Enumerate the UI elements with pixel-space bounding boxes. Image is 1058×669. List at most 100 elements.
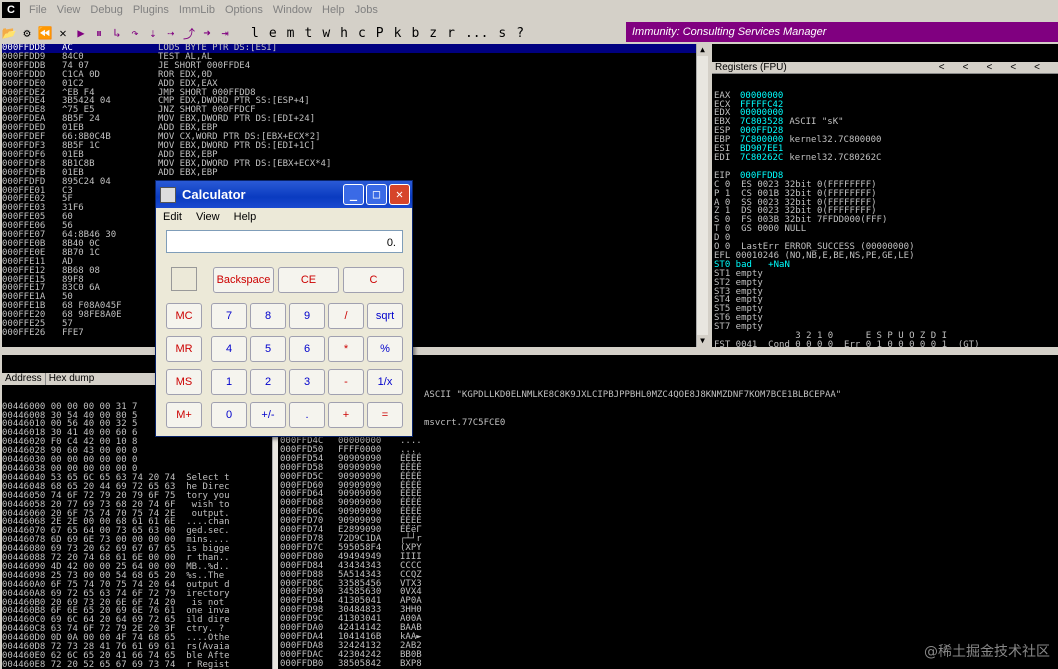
menu-options[interactable]: Options	[220, 4, 268, 16]
menu-immlib[interactable]: ImmLib	[174, 4, 220, 16]
scroll-down-icon[interactable]: ▼	[697, 335, 708, 347]
calc-key-button[interactable]: -	[328, 369, 364, 395]
disasm-row[interactable]: 000FFDF6 01EB ADD EBX,EBP	[2, 150, 696, 160]
toolbar-r-button[interactable]: r	[442, 26, 460, 41]
calc-key-button[interactable]: 9	[289, 303, 325, 329]
disasm-row[interactable]: 000FFDE0 01C2 ADD EDX,EAX	[2, 79, 696, 89]
calc-key-button[interactable]: 8	[250, 303, 286, 329]
menu-debug[interactable]: Debug	[85, 4, 127, 16]
calc-key-button[interactable]: 1	[211, 369, 247, 395]
disasm-row[interactable]: 000FFDDD C1CA 0D ROR EDX,0D	[2, 70, 696, 80]
memory-mr-button[interactable]: MR	[166, 336, 202, 362]
calc-key-button[interactable]: sqrt	[367, 303, 403, 329]
calc-key-button[interactable]: +	[328, 402, 364, 428]
toolbar-c-button[interactable]: c	[353, 26, 371, 41]
toolbar-more-button[interactable]: ...	[460, 26, 493, 41]
disasm-row[interactable]: 000FFDE8 ^75 E5 JNZ SHORT 000FFDCF	[2, 106, 696, 115]
toolbar-z-button[interactable]: z	[424, 26, 442, 41]
calc-menu-view[interactable]: View	[189, 211, 227, 223]
menu-window[interactable]: Window	[268, 4, 317, 16]
ce-button[interactable]: CE	[278, 267, 339, 293]
stack-row[interactable]: 000FFDB0 38505842 BXP8	[280, 659, 422, 669]
menu-file[interactable]: File	[24, 4, 52, 16]
toolbar-P-button[interactable]: P	[371, 26, 389, 41]
calc-key-button[interactable]: =	[367, 402, 403, 428]
toolbar-h-button[interactable]: h	[335, 26, 353, 41]
flag-row: ST2 empty	[714, 277, 763, 288]
menu-view[interactable]: View	[52, 4, 86, 16]
pause-icon[interactable]: ⏸	[90, 24, 108, 42]
animate-icon[interactable]: ⇥	[216, 24, 234, 42]
menu-jobs[interactable]: Jobs	[350, 4, 383, 16]
disasm-instruction: ADD EBX,EBP	[158, 167, 218, 178]
calculator-window: Calculator _ □ ✕ Edit View Help 0. Backs…	[155, 180, 413, 437]
close-icon[interactable]: ✕	[389, 184, 410, 205]
run-icon[interactable]: ▶	[72, 24, 90, 42]
memory-mplus-button[interactable]: M+	[166, 402, 202, 428]
toolbar-t-button[interactable]: t	[299, 26, 317, 41]
rewind-icon[interactable]: ⏪	[36, 24, 54, 42]
registers-nav-arrows[interactable]: <<<<<	[939, 62, 1058, 74]
toolbar-m-button[interactable]: m	[282, 26, 300, 41]
open-icon[interactable]: 📂	[0, 24, 18, 42]
calc-key-button[interactable]: 2	[250, 369, 286, 395]
calc-menu-help[interactable]: Help	[227, 211, 264, 223]
dump-col-address[interactable]: Address	[2, 372, 46, 385]
disasm-row[interactable]: 000FFDEA 8B5F 24 MOV EBX,DWORD PTR DS:[EDI…	[2, 115, 696, 124]
toolbar-e-button[interactable]: e	[264, 26, 282, 41]
calc-key-button[interactable]: 0	[211, 402, 247, 428]
clear-button[interactable]: C	[343, 267, 404, 293]
toolbar-s-button[interactable]: s	[493, 26, 511, 41]
dump-lines: 00446000 00 00 00 00 31 7 00446008 30 54 …	[2, 402, 272, 669]
attach-icon[interactable]: ⚙	[18, 24, 36, 42]
disasm-row[interactable]: 000FFDD8 AC LODS BYTE PTR DS:[ESI]	[2, 44, 696, 53]
menu-help[interactable]: Help	[317, 4, 350, 16]
trace-over-icon[interactable]: ⇢	[162, 24, 180, 42]
registers-title: Registers (FPU)	[715, 61, 787, 73]
maximize-icon[interactable]: □	[366, 184, 387, 205]
step-over-icon[interactable]: ↷	[126, 24, 144, 42]
calc-menu-edit[interactable]: Edit	[156, 211, 189, 223]
calc-key-button[interactable]: +/-	[250, 402, 286, 428]
calc-key-button[interactable]: 3	[289, 369, 325, 395]
step-into-icon[interactable]: ↳	[108, 24, 126, 42]
dump-row[interactable]: 004460E8 72 20 52 65 67 69 73 74 r Regis…	[2, 660, 272, 669]
execute-till-return-icon[interactable]: ⤴	[180, 24, 198, 42]
calc-key-button[interactable]: 7	[211, 303, 247, 329]
calc-key-button[interactable]: 1/x	[367, 369, 403, 395]
calc-key-button[interactable]: 6	[289, 336, 325, 362]
calc-key-button[interactable]: /	[328, 303, 364, 329]
toolbar-w-button[interactable]: w	[317, 26, 335, 41]
calc-key-button[interactable]: 5	[250, 336, 286, 362]
disasm-row[interactable]: 000FFDF8 8B1C8B MOV EBX,DWORD PTR DS:[EBX+…	[2, 159, 696, 169]
scroll-up-icon[interactable]: ▲	[697, 44, 708, 56]
calc-key-button[interactable]: .	[289, 402, 325, 428]
backspace-button[interactable]: Backspace	[213, 267, 274, 293]
registers-pane[interactable]: Registers (FPU) <<<<< EAX 00000000 ECX FFFFF…	[712, 44, 1058, 347]
calc-key-button[interactable]: *	[328, 336, 364, 362]
goto-icon[interactable]: ➜	[198, 24, 216, 42]
disasm-row[interactable]: 000FFDD9 84C0 TEST AL,AL	[2, 52, 696, 62]
close-icon[interactable]: ✕	[54, 24, 72, 42]
trace-into-icon[interactable]: ⇣	[144, 24, 162, 42]
flag-row: ST0 bad +NaN	[714, 259, 790, 270]
toolbar-l-button[interactable]: l	[246, 26, 264, 41]
memory-ms-button[interactable]: MS	[166, 369, 202, 395]
register-row[interactable]: EDI 7C80262C kernel32.7C80262C	[712, 152, 1058, 163]
disasm-row[interactable]: 000FFDDB 74 07 JE SHORT 000FFDE4	[2, 61, 696, 71]
disasm-row[interactable]: 000FFDF3 8B5F 1C MOV EBX,DWORD PTR DS:[EDI…	[2, 141, 696, 151]
menu-plugins[interactable]: Plugins	[128, 4, 174, 16]
calc-key-button[interactable]: 4	[211, 336, 247, 362]
minimize-icon[interactable]: _	[343, 184, 364, 205]
stack-ascii-note: ASCII "KGPDLLKD0ELNMLKE8C8K9JXLCIPBJPPBH…	[424, 390, 842, 400]
disassembly-scrollbar[interactable]: ▲ ▼	[696, 44, 708, 347]
toolbar-b-button[interactable]: b	[406, 26, 424, 41]
register-note: kernel32.7C80262C	[789, 152, 882, 163]
disasm-row[interactable]: 000FFDE4 3B5424 04 CMP EDX,DWORD PTR SS:[E…	[2, 97, 696, 106]
flag-row: ST5 empty	[714, 304, 763, 315]
toolbar-help-button[interactable]: ?	[511, 26, 529, 41]
calc-key-button[interactable]: %	[367, 336, 403, 362]
disasm-row[interactable]: 000FFDEF 66:8B0C4B MOV CX,WORD PTR DS:[EBX…	[2, 133, 696, 142]
memory-mc-button[interactable]: MC	[166, 303, 202, 329]
toolbar-k-button[interactable]: k	[389, 26, 407, 41]
